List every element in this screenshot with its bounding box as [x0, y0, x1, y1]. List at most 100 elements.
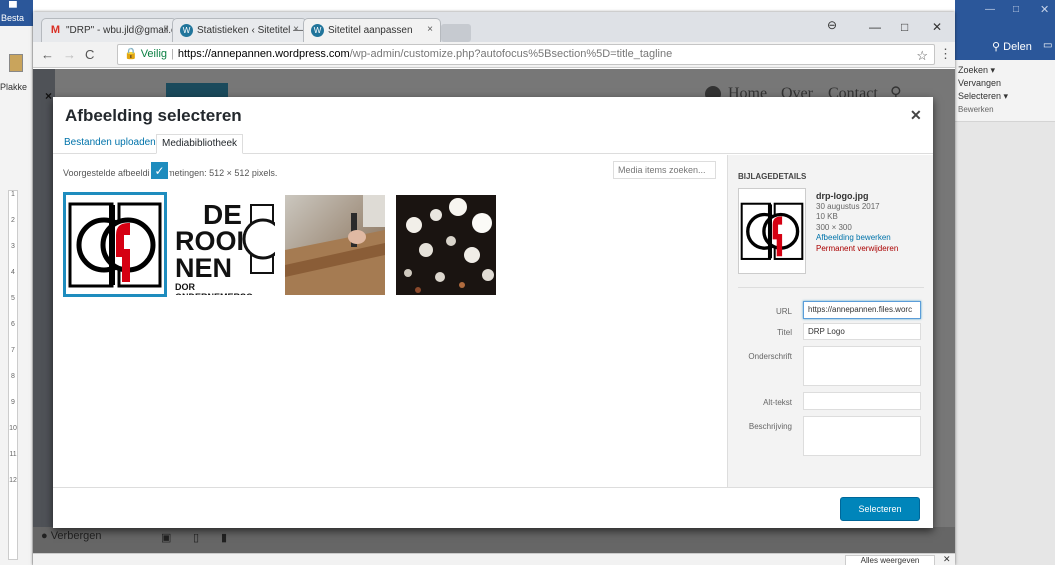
tab-upload-files[interactable]: Bestanden uploaden — [59, 134, 161, 154]
drp-logo-preview-image — [740, 202, 804, 260]
paste-label[interactable]: Plakke — [0, 82, 27, 92]
word-tab-label[interactable]: Besta — [1, 13, 24, 23]
select-menu[interactable]: Selecteren ▾ — [955, 90, 1055, 103]
lights-photo-image — [396, 195, 496, 295]
details-divider — [738, 287, 924, 288]
minimize-icon[interactable]: — — [869, 20, 881, 34]
tab-gmail[interactable]: M "DRP" - wbu.jld@gmail.c × — [41, 18, 177, 42]
bookmark-star-icon[interactable]: ☆ — [916, 46, 928, 64]
lock-icon: 🔒 — [124, 48, 138, 60]
suggested-dimensions: Voorgestelde afbeeldingafmetingen: 512 ×… — [63, 168, 278, 178]
caption-field[interactable] — [803, 346, 921, 386]
hide-icon: ● — [41, 530, 51, 542]
media-item-lights-photo[interactable] — [396, 195, 496, 295]
ruler-mark: 2 — [11, 217, 15, 224]
tab-close-icon[interactable]: × — [293, 24, 299, 35]
title-field[interactable]: DRP Logo — [803, 323, 921, 340]
hide-label: Verbergen — [50, 530, 102, 542]
details-heading: BIJLAGEDETAILS — [738, 172, 807, 181]
downloads-close-icon[interactable]: ✕ — [943, 554, 951, 565]
show-all-downloads-button[interactable]: Alles weergeven — [845, 555, 935, 565]
attachment-details: BIJLAGEDETAILS drp-logo.jpg 30 augustus … — [727, 155, 933, 487]
editing-group: Zoeken ▾ Vervangen Selecteren ▾ Bewerken — [955, 60, 1055, 122]
tab-customize[interactable]: W Sitetitel aanpassen × — [303, 18, 441, 42]
logo-fragment — [242, 204, 275, 274]
tab-label: Sitetitel aanpassen — [328, 25, 413, 36]
ruler-mark: 7 — [11, 347, 15, 354]
description-field[interactable] — [803, 416, 921, 456]
ruler-mark: 6 — [11, 321, 15, 328]
forward-icon[interactable]: → — [63, 47, 76, 62]
gmail-icon: M — [50, 24, 61, 36]
media-item-desk-photo[interactable] — [285, 195, 385, 295]
chrome-menu-icon[interactable]: ⋮ — [939, 46, 952, 62]
url-host: https://annepannen.wordpress.com — [177, 48, 350, 60]
modal-title: Afbeelding selecteren — [65, 106, 242, 125]
edit-image-link[interactable]: Afbeelding bewerken — [816, 233, 898, 244]
share-button[interactable]: ⚲ Delen — [992, 40, 1032, 53]
reload-icon[interactable]: C — [85, 47, 94, 62]
word-left-frame: ▀ Besta Plakke 1 2 3 4 5 6 7 8 9 10 11 1… — [0, 0, 33, 565]
selected-check-icon[interactable]: ✓ — [150, 161, 169, 180]
desktop-preview-icon[interactable]: ▣ — [161, 531, 171, 544]
browser-toolbar: ← → C 🔒 Veilig | https://annepannen.wordpre… — [33, 42, 955, 68]
alt-text-label: Alt-tekst — [763, 398, 792, 407]
media-item-drp-logo[interactable] — [63, 192, 167, 297]
document-background — [955, 122, 1055, 565]
address-bar[interactable]: 🔒 Veilig | https://annepannen.wordpress.com… — [117, 44, 935, 65]
media-modal: Afbeelding selecteren ✕ Bestanden upload… — [53, 97, 933, 528]
details-dimensions: 300 × 300 — [816, 222, 852, 232]
close-icon[interactable]: ✕ — [1040, 3, 1049, 16]
comment-icon[interactable]: ▭ — [1043, 40, 1052, 51]
maximize-icon[interactable]: □ — [901, 20, 908, 34]
url-field[interactable]: https://annepannen.files.worc — [803, 301, 921, 319]
account-icon[interactable]: ⊖ — [827, 18, 837, 32]
downloads-bar: Alles weergeven ✕ — [33, 553, 955, 565]
tablet-preview-icon[interactable]: ▯ — [193, 531, 199, 544]
thumb-text: NEN — [175, 253, 233, 283]
delete-permanently-link[interactable]: Permanent verwijderen — [816, 244, 898, 255]
tab-statistics[interactable]: W Statistieken ‹ Sitetitel — × — [172, 18, 307, 42]
editing-group-label: Bewerken — [958, 105, 994, 114]
alt-text-field[interactable] — [803, 392, 921, 410]
secure-label: Veilig — [140, 48, 167, 60]
back-icon[interactable]: ← — [41, 47, 54, 62]
caption-label: Onderschrift — [748, 352, 792, 361]
hide-controls-button[interactable]: ● Verbergen — [41, 530, 101, 542]
replace-button[interactable]: Vervangen — [955, 77, 1055, 90]
tab-close-icon[interactable]: × — [427, 24, 433, 35]
vertical-ruler: 1 2 3 4 5 6 7 8 9 10 11 12 — [8, 190, 18, 560]
mobile-preview-icon[interactable]: ▮ — [221, 531, 227, 544]
drp-logo-image — [66, 195, 164, 294]
ruler-mark: 10 — [9, 425, 17, 432]
tab-strip: M "DRP" - wbu.jld@gmail.c × W Statistiek… — [33, 12, 955, 42]
url-path: /wp-admin/customize.php?autofocus%5Bsect… — [349, 48, 673, 60]
modal-footer: Selecteren — [53, 487, 933, 528]
ruler-mark: 12 — [9, 477, 17, 484]
tab-label: "DRP" - wbu.jld@gmail.c — [66, 25, 177, 36]
maximize-icon[interactable]: □ — [1013, 4, 1019, 15]
wordpress-icon: W — [180, 24, 193, 37]
ruler-mark: 9 — [11, 399, 15, 406]
close-icon[interactable]: ✕ — [932, 20, 942, 34]
ruler-mark: 8 — [11, 373, 15, 380]
share-label: Delen — [1003, 41, 1032, 53]
wordpress-icon: W — [311, 24, 324, 37]
tab-close-icon[interactable]: × — [163, 24, 169, 35]
thumb-text: DOR ONDERNEMERSO — [175, 282, 253, 295]
paste-icon[interactable] — [9, 54, 23, 72]
details-size: 10 KB — [816, 212, 838, 221]
select-button[interactable]: Selecteren — [840, 497, 920, 521]
new-tab-button[interactable] — [441, 24, 471, 42]
word-right-frame: — □ ✕ ⚲ Delen ▭ Zoeken ▾ Vervangen Selec… — [955, 0, 1055, 565]
customizer-close-icon[interactable]: × — [45, 89, 52, 103]
modal-close-icon[interactable]: ✕ — [910, 107, 922, 124]
find-menu[interactable]: Zoeken ▾ — [955, 64, 1055, 77]
ruler-mark: 3 — [11, 243, 15, 250]
details-preview — [738, 188, 806, 274]
tab-media-library[interactable]: Mediabibliotheek — [156, 134, 244, 154]
media-item-logo-text[interactable]: DE ROOI NEN DOR ONDERNEMERSO — [175, 195, 275, 295]
ruler-mark: 1 — [11, 191, 15, 198]
media-search-input[interactable]: Media items zoeken... — [613, 161, 716, 179]
minimize-icon[interactable]: — — [985, 4, 995, 15]
